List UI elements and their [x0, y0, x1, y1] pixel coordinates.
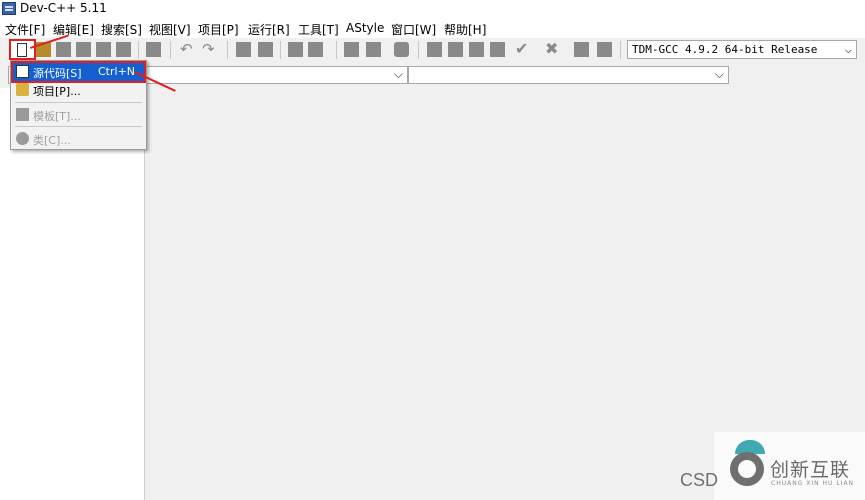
toggle-bookmark-icon[interactable] [288, 42, 303, 57]
class-icon [16, 132, 29, 145]
project-icon [16, 83, 29, 96]
watermark-brand: 创新互联 [770, 459, 851, 481]
watermark-brand-sub: CHUANG XIN HU LIAN [771, 480, 855, 487]
toolbar-separator [620, 41, 621, 59]
window-title: Dev-C++ 5.11 [20, 1, 107, 15]
chart-icon[interactable] [574, 42, 589, 57]
save-icon[interactable] [56, 42, 71, 57]
menu-item-template: 模板[T]... [13, 106, 144, 124]
watermark-logo-icon [730, 452, 764, 486]
template-icon [16, 108, 29, 121]
menu-window[interactable]: 窗口[W] [391, 21, 436, 38]
menu-item-class: 类[C]... [13, 130, 144, 148]
cross-icon[interactable]: ✖ [545, 39, 560, 58]
menu-help[interactable]: 帮助[H] [444, 21, 486, 38]
goto-bookmark-icon[interactable] [308, 42, 323, 57]
title-bar: Dev-C++ 5.11 [0, 0, 865, 18]
menu-separator [15, 102, 142, 103]
chevron-down-icon: ⌵ [714, 67, 724, 81]
menu-astyle[interactable]: AStyle [346, 21, 384, 35]
toolbar-separator [336, 41, 337, 59]
new-file-menu: 源代码[S] Ctrl+N 项目[P]... 模板[T]... 类[C]... [10, 60, 147, 150]
menu-separator [15, 126, 142, 127]
toolbar-separator [227, 41, 228, 59]
unindent-icon[interactable] [258, 42, 273, 57]
goto-icon[interactable] [344, 42, 359, 57]
app-icon [2, 2, 16, 15]
menu-item-project[interactable]: 项目[P]... [13, 81, 144, 99]
save-all-icon[interactable] [76, 42, 91, 57]
menu-tools[interactable]: 工具[T] [298, 21, 339, 38]
compile-run-icon[interactable] [490, 42, 505, 57]
file-icon [17, 43, 27, 57]
menu-edit[interactable]: 编辑[E] [53, 21, 94, 38]
indent-icon[interactable] [236, 42, 251, 57]
print-icon[interactable] [146, 42, 161, 57]
watermark-csd: CSD [680, 470, 719, 490]
menu-view[interactable]: 视图[V] [149, 21, 191, 38]
menu-bar: 文件[F] 编辑[E] 搜索[S] 视图[V] 项目[P] 运行[R] 工具[T… [0, 18, 865, 38]
undo-icon[interactable]: ↶ [180, 40, 195, 58]
compiler-select-value: TDM-GCC 4.9.2 64-bit Release [632, 43, 818, 56]
find-icon[interactable] [366, 42, 381, 57]
menu-run[interactable]: 运行[R] [248, 21, 290, 38]
toolbar-separator [418, 41, 419, 59]
new-file-button[interactable] [9, 39, 36, 60]
toolbar-separator [138, 41, 139, 59]
run-icon[interactable] [469, 42, 484, 57]
file-icon [16, 65, 29, 78]
menu-file[interactable]: 文件[F] [5, 21, 45, 38]
menu-search[interactable]: 搜索[S] [101, 21, 142, 38]
toolbar-separator [280, 41, 281, 59]
grid-icon[interactable] [427, 42, 442, 57]
compile-icon[interactable] [448, 42, 463, 57]
compiler-select[interactable]: TDM-GCC 4.9.2 64-bit Release ⌵ [627, 40, 857, 59]
profile-icon[interactable] [597, 42, 612, 57]
menu-item-source-code[interactable]: 源代码[S] Ctrl+N [11, 61, 146, 83]
menu-project[interactable]: 项目[P] [198, 21, 239, 38]
close-icon[interactable] [96, 42, 111, 57]
close-all-icon[interactable] [116, 42, 131, 57]
chevron-down-icon: ⌵ [844, 42, 852, 56]
toolbar-separator [170, 41, 171, 59]
shield-icon[interactable] [394, 42, 409, 57]
chevron-down-icon: ⌵ [393, 67, 403, 81]
check-icon[interactable]: ✔ [515, 39, 530, 58]
function-select[interactable]: ⌵ [408, 66, 729, 84]
redo-icon[interactable]: ↷ [202, 40, 217, 58]
